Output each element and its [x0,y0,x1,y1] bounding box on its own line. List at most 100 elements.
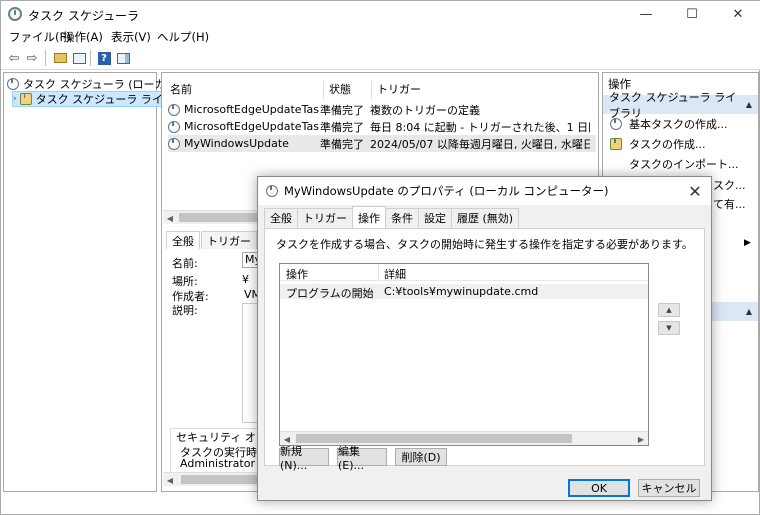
wizard-clock-icon [609,117,623,131]
move-down-button[interactable]: ▼ [658,321,680,335]
submenu-arrow-icon[interactable]: ▶ [744,238,751,248]
task-trigger: 複数のトリガーの定義 [370,103,480,117]
name-label: 名前: [172,257,198,270]
tab-general[interactable]: 全般 [166,231,200,249]
edit-action-button[interactable]: 編集(E)... [337,445,387,472]
tab-actions[interactable]: 操作 [352,206,386,228]
column-divider[interactable] [378,264,379,280]
tab-conditions[interactable]: 条件 [385,208,419,228]
action-partial[interactable]: て有... [713,195,746,213]
column-header-detail[interactable]: 詳細 [384,266,406,282]
menu-view[interactable]: 表示(V) [111,29,151,45]
actions-section-library[interactable]: タスク スケジューラ ライブラリ ▲ [603,91,758,120]
collapse-up-icon[interactable]: ▲ [746,100,752,109]
scroll-left-icon[interactable]: ◀ [163,211,177,225]
clock-icon [8,7,22,21]
action-partial[interactable]: スク... [713,176,746,194]
window-title: タスク スケジューラ [28,9,139,23]
menu-help[interactable]: ヘルプ(H) [157,29,209,45]
column-divider[interactable] [323,81,324,99]
table-row[interactable]: MyWindowsUpdate 準備完了 2024/05/07 以降毎週月曜日,… [168,135,596,152]
location-label: 場所: [172,275,198,288]
list-header: 操作 詳細 [280,264,648,281]
task-status: 準備完了 [320,137,364,151]
tab-triggers[interactable]: トリガー [297,208,353,228]
task-name: MicrosoftEdgeUpdateTaskMa... [184,103,320,116]
table-row[interactable]: MicrosoftEdgeUpdateTaskMa... 準備完了 毎日 8:0… [168,118,596,135]
scrollbar-thumb[interactable] [179,213,257,222]
toolbar-separator [90,50,91,66]
minimize-button[interactable]: — [623,1,669,27]
dialog-tabs: 全般 トリガー 操作 条件 設定 履歴 (無効) [264,206,520,228]
folder-clock-icon [19,93,32,105]
maximize-button[interactable]: ☐ [669,1,715,27]
new-action-button[interactable]: 新規(N)... [279,445,329,472]
menu-bar: ファイル(F) 操作(A) 表示(V) ヘルプ(H) [1,27,760,46]
tab-history[interactable]: 履歴 (無効) [451,208,520,228]
forward-arrow-icon[interactable]: ⇨ [23,49,41,67]
action-type: プログラムの開始 [286,287,374,300]
show-hide-console-icon[interactable] [70,49,88,67]
dialog-title: MyWindowsUpdate のプロパティ (ローカル コンピューター) [284,184,609,198]
table-row[interactable]: MicrosoftEdgeUpdateTaskMa... 準備完了 複数のトリガ… [168,101,596,118]
actions-description: タスクを作成する場合、タスクの開始時に発生する操作を指定する必要があります。 [276,238,693,251]
column-header-action[interactable]: 操作 [286,266,308,282]
import-icon [609,157,623,171]
tab-settings[interactable]: 設定 [418,208,452,228]
back-arrow-icon[interactable]: ⇦ [5,49,23,67]
tab-general[interactable]: 全般 [264,208,298,228]
move-up-button[interactable]: ▲ [658,303,680,317]
title-bar: タスク スケジューラ — ☐ ✕ [1,1,760,27]
tab-triggers[interactable]: トリガー [201,231,257,249]
tree-item-local[interactable]: タスク スケジューラ (ローカル) [7,76,181,92]
scroll-left-icon[interactable]: ◀ [163,473,177,487]
cancel-button[interactable]: キャンセル [638,479,700,497]
action-label: タスクのインポート... [629,158,739,171]
navigation-tree: タスク スケジューラ (ローカル) › タスク スケジューラ ライブラリ [3,72,197,492]
chevron-right-icon[interactable]: › [13,94,17,104]
task-trigger: 毎日 8:04 に起動 - トリガーされた後、1 日間 の間 1 時 [370,120,590,134]
toolbar-separator [45,50,46,66]
location-value: ¥ [242,273,249,286]
menu-file[interactable]: ファイル(F) [9,29,71,45]
ok-button[interactable]: OK [568,479,630,497]
toolbar: ⇦ ⇨ ? [1,46,760,70]
task-icon [168,137,180,150]
column-header-name[interactable]: 名前 [170,81,192,97]
column-divider[interactable] [371,81,372,99]
task-trigger: 2024/05/07 以降毎週月曜日, 火曜日, 水曜日, 木曜 [370,137,590,151]
run-as-value: Administrator [180,457,255,470]
actions-list-scrollbar[interactable]: ◀ ▶ [280,431,648,445]
collapse-up-icon[interactable]: ▲ [746,307,752,316]
help-icon[interactable]: ? [95,49,113,67]
detail-scrollbar[interactable]: ◀ [163,472,259,486]
column-header-status[interactable]: 状態 [329,81,351,97]
task-status: 準備完了 [320,120,364,134]
action-label: 基本タスクの作成... [629,118,728,131]
scroll-right-icon[interactable]: ▶ [634,432,648,446]
scrollbar-thumb[interactable] [181,475,257,484]
action-create-basic-task[interactable]: 基本タスクの作成... [609,115,728,133]
action-pane-icon[interactable] [114,49,132,67]
action-import-task[interactable]: タスクのインポート... [609,155,739,173]
dialog-title-bar: MyWindowsUpdate のプロパティ (ローカル コンピューター) ✕ [258,177,711,205]
action-label: タスクの作成... [629,138,706,151]
task-icon [168,103,180,116]
list-item[interactable]: プログラムの開始 C:¥tools¥mywinupdate.cmd [280,284,648,300]
task-icon [168,120,180,133]
clock-icon [7,78,19,90]
task-properties-dialog: MyWindowsUpdate のプロパティ (ローカル コンピューター) ✕ … [257,176,712,501]
close-button[interactable]: ✕ [715,1,760,27]
delete-action-button[interactable]: 削除(D) [395,448,447,466]
task-list-scrollbar[interactable]: ◀ [163,210,259,224]
task-name: MicrosoftEdgeUpdateTaskMa... [184,120,320,133]
column-header-trigger[interactable]: トリガー [377,81,421,97]
create-task-icon [609,137,623,151]
up-folder-icon[interactable] [51,49,69,67]
actions-tab-page: タスクを作成する場合、タスクの開始時に発生する操作を指定する必要があります。 操… [264,228,705,472]
action-create-task[interactable]: タスクの作成... [609,135,706,153]
description-label: 説明: [172,304,198,317]
actions-list[interactable]: 操作 詳細 プログラムの開始 C:¥tools¥mywinupdate.cmd … [279,263,649,446]
menu-action[interactable]: 操作(A) [63,29,103,45]
dialog-close-button[interactable]: ✕ [685,181,705,201]
